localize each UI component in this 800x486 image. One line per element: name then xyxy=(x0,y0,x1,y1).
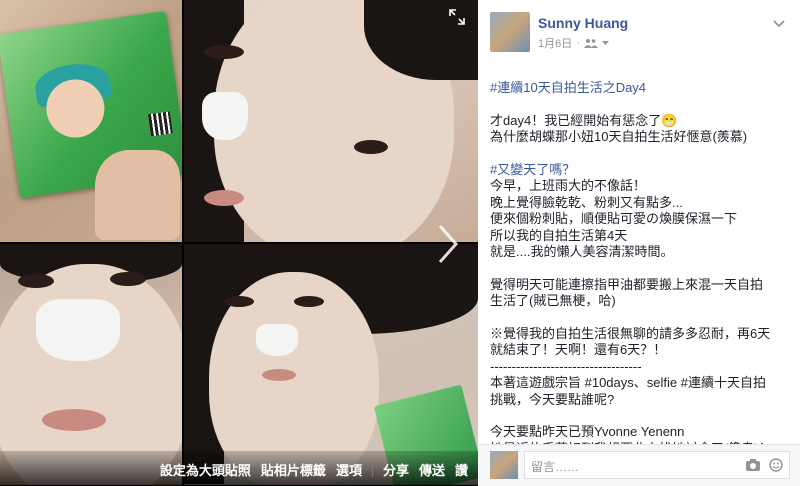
emoji-icon[interactable] xyxy=(769,458,783,472)
post-line: ※覺得我的自拍生活很無聊的請多多忍耐，再6天 xyxy=(490,326,771,342)
eye xyxy=(110,272,146,286)
post-blank-line xyxy=(490,146,788,162)
nose-strip xyxy=(36,299,120,361)
photo-viewer: 設定為大頭貼照 貼相片標籤 選項 分享 傳送 讚 xyxy=(0,0,478,485)
post-header: Sunny Huang 1月6日 · xyxy=(490,12,790,56)
post-line: 挑戰，今天要點誰呢? xyxy=(490,391,615,407)
comment-placeholder: 留言…… xyxy=(531,460,580,474)
lips xyxy=(262,369,296,381)
like-button[interactable]: 讚 xyxy=(455,460,468,479)
post-line: 為什麼胡蝶那小妞10天自拍生活好愜意(羨慕) xyxy=(490,129,748,145)
divider xyxy=(371,462,373,477)
next-photo-button[interactable] xyxy=(432,222,464,266)
chevron-right-icon xyxy=(438,225,459,263)
post-line: 生活了(賊已無梗，哈) xyxy=(490,293,616,309)
post-date[interactable]: 1月6日 xyxy=(538,35,572,51)
eye xyxy=(18,274,54,288)
post-blank-line xyxy=(490,310,788,326)
eye xyxy=(204,45,244,59)
lips xyxy=(42,409,106,431)
post-line: 所以我的自拍生活第4天 xyxy=(490,227,628,243)
post-line: 才day4！我已經開始有惩念了😁 xyxy=(490,112,678,128)
post-line: 便來個粉刺貼，順便貼可愛の煥膜保濕一下 xyxy=(490,211,738,227)
post-panel: Sunny Huang 1月6日 · #連續10天自拍生活之Day4 才day4！… xyxy=(478,0,800,486)
post-line: 覺得明天可能連擦指甲油都要搬上來混一天自拍 xyxy=(490,276,764,292)
post-meta: 1月6日 · xyxy=(538,35,609,51)
post-line: 今天要點昨天已預Yvonne Yenenn xyxy=(490,424,685,440)
eye xyxy=(354,140,388,154)
tag-photo-button[interactable]: 貼相片標籤 xyxy=(261,460,326,479)
share-button[interactable]: 分享 xyxy=(383,460,409,479)
make-profile-picture-button[interactable]: 設定為大頭貼照 xyxy=(160,460,251,479)
post-line: 就結束了！天啊！還有6天？！ xyxy=(490,342,667,358)
post-text: #連續10天自拍生活之Day4 才day4！我已經開始有惩念了😁 為什麼胡蝶那小妞1… xyxy=(490,80,788,457)
options-button[interactable]: 選項 xyxy=(336,460,362,479)
post-line: ----------------------------------- xyxy=(490,358,642,374)
hand xyxy=(95,150,180,240)
friends-icon[interactable] xyxy=(583,38,598,48)
post-blank-line xyxy=(490,408,788,424)
photo-selfie-1[interactable] xyxy=(184,0,478,242)
nose-strip xyxy=(256,324,298,356)
qr-code xyxy=(147,111,173,137)
author-name[interactable]: Sunny Huang xyxy=(538,15,628,31)
photo-action-bar: 設定為大頭貼照 貼相片標籤 選項 分享 傳送 讚 xyxy=(0,451,478,485)
nose-strip xyxy=(202,92,248,140)
post-line: 就是....我的懶人美容清潔時間。 xyxy=(490,244,674,260)
eye xyxy=(294,296,324,307)
chevron-down-icon[interactable] xyxy=(601,40,609,46)
lips xyxy=(204,190,244,206)
photo-selfie-3[interactable] xyxy=(184,244,478,485)
post-blank-line xyxy=(490,96,788,112)
eye xyxy=(224,296,254,307)
photo-mask-pack[interactable] xyxy=(0,0,182,242)
post-blank-line xyxy=(490,260,788,276)
comment-input[interactable]: 留言…… xyxy=(524,451,790,479)
post-line: 本著這遊戲宗旨 #10days、selfie #連續十天自拍 xyxy=(490,375,766,391)
post-hashtag[interactable]: #又變天了嗎？ xyxy=(490,162,788,178)
post-line: 今早，上班雨大的不像話！ xyxy=(490,178,647,194)
avatar[interactable] xyxy=(490,12,530,52)
post-hashtag[interactable]: #連續10天自拍生活之Day4 xyxy=(490,80,788,96)
photo-selfie-2[interactable] xyxy=(0,244,182,485)
send-button[interactable]: 傳送 xyxy=(419,460,445,479)
avatar xyxy=(490,451,518,479)
camera-icon[interactable] xyxy=(745,458,761,472)
post-line: 晚上覺得臉乾乾、粉刺又有點多... xyxy=(490,194,683,210)
post-options-chevron-icon[interactable] xyxy=(772,16,786,30)
expand-icon[interactable] xyxy=(448,8,466,26)
comment-composer: 留言…… xyxy=(478,444,800,486)
